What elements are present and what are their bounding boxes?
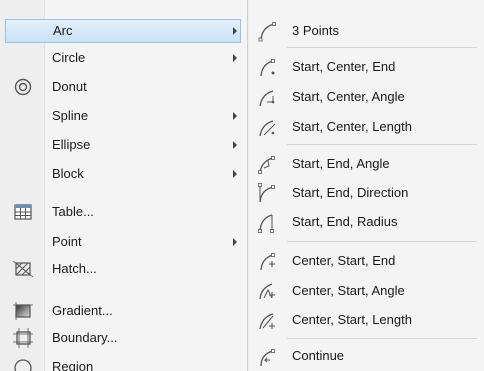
submenu-separator xyxy=(287,241,477,242)
arc-option-start-center-length[interactable]: Start, Center, Length xyxy=(249,114,484,140)
draw-menu: Arc Circle Donut Spline Ellipse Block Ta… xyxy=(0,0,248,371)
menu-item-donut[interactable]: Donut xyxy=(0,76,247,98)
menu-item-point[interactable]: Point xyxy=(0,231,247,253)
arc-option-start-end-radius[interactable]: Start, End, Radius xyxy=(249,209,484,235)
submenu-arrow-icon xyxy=(233,54,237,62)
menu-item-label: Ellipse xyxy=(52,137,91,152)
menu-item-spline[interactable]: Spline xyxy=(0,105,247,127)
arc-option-label: Start, Center, End xyxy=(292,59,396,74)
arc-submenu: 3 Points Start, Center, End Start, Cente… xyxy=(249,0,484,371)
arc-option-center-start-end[interactable]: Center, Start, End xyxy=(249,248,484,274)
submenu-arrow-icon xyxy=(233,141,237,149)
menu-item-label: Table... xyxy=(52,204,94,219)
arc-option-label: Center, Start, Angle xyxy=(292,283,405,298)
boundary-icon xyxy=(12,327,34,349)
menu-item-boundary[interactable]: Boundary... xyxy=(0,327,247,349)
menu-item-label: Hatch... xyxy=(52,261,97,276)
arc-start-end-radius-icon xyxy=(254,209,280,235)
arc-option-3-points[interactable]: 3 Points xyxy=(249,18,484,44)
menu-item-label: Gradient... xyxy=(52,303,113,318)
arc-option-label: 3 Points xyxy=(292,23,339,38)
arc-3-points-icon xyxy=(254,18,280,44)
arc-center-start-end-icon xyxy=(254,248,280,274)
table-icon xyxy=(12,201,34,223)
arc-start-end-direction-icon xyxy=(254,180,280,206)
arc-option-label: Start, End, Angle xyxy=(292,156,390,171)
menu-item-hatch[interactable]: Hatch... xyxy=(0,258,247,280)
submenu-arrow-icon xyxy=(233,238,237,246)
menu-item-ellipse[interactable]: Ellipse xyxy=(0,134,247,156)
arc-start-center-angle-icon xyxy=(254,84,280,110)
arc-option-label: Start, Center, Length xyxy=(292,119,412,134)
submenu-arrow-icon xyxy=(233,27,237,35)
submenu-arrow-icon xyxy=(233,170,237,178)
submenu-separator xyxy=(287,47,477,48)
gradient-icon xyxy=(12,300,34,322)
arc-option-label: Start, End, Radius xyxy=(292,214,398,229)
arc-option-center-start-angle[interactable]: Center, Start, Angle xyxy=(249,278,484,304)
arc-option-continue[interactable]: Continue xyxy=(249,343,484,369)
arc-option-label: Continue xyxy=(292,348,345,363)
menu-item-label: Arc xyxy=(53,23,73,38)
menu-item-label: Boundary... xyxy=(52,330,118,345)
menu-item-label: Donut xyxy=(52,79,87,94)
arc-option-start-end-direction[interactable]: Start, End, Direction xyxy=(249,180,484,206)
arc-continue-icon xyxy=(254,343,280,369)
menu-item-region[interactable]: Region xyxy=(0,356,247,371)
arc-start-center-length-icon xyxy=(254,114,280,140)
arc-center-start-angle-icon xyxy=(254,278,280,304)
menu-item-circle[interactable]: Circle xyxy=(0,47,247,69)
menu-item-table[interactable]: Table... xyxy=(0,201,247,223)
menu-item-label: Region xyxy=(52,359,94,371)
arc-option-center-start-length[interactable]: Center, Start, Length xyxy=(249,307,484,333)
arc-start-end-angle-icon xyxy=(254,151,280,177)
arc-option-label: Start, End, Direction xyxy=(292,185,409,200)
menu-item-label: Point xyxy=(52,234,82,249)
arc-option-start-center-end[interactable]: Start, Center, End xyxy=(249,54,484,80)
menu-item-gradient[interactable]: Gradient... xyxy=(0,300,247,322)
arc-option-label: Start, Center, Angle xyxy=(292,89,405,104)
region-icon xyxy=(12,356,34,371)
submenu-arrow-icon xyxy=(233,112,237,120)
donut-icon xyxy=(12,76,34,98)
menu-item-arc[interactable]: Arc xyxy=(5,19,241,43)
menu-item-block[interactable]: Block xyxy=(0,163,247,185)
hatch-icon xyxy=(12,258,34,280)
arc-option-label: Center, Start, End xyxy=(292,253,396,268)
arc-option-start-end-angle[interactable]: Start, End, Angle xyxy=(249,151,484,177)
menu-item-label: Block xyxy=(52,166,84,181)
menu-item-label: Spline xyxy=(52,108,89,123)
menu-item-label: Circle xyxy=(52,50,86,65)
submenu-separator xyxy=(287,144,477,145)
arc-option-start-center-angle[interactable]: Start, Center, Angle xyxy=(249,84,484,110)
arc-center-start-length-icon xyxy=(254,307,280,333)
arc-option-label: Center, Start, Length xyxy=(292,312,412,327)
arc-start-center-end-icon xyxy=(254,54,280,80)
submenu-separator xyxy=(287,338,477,339)
